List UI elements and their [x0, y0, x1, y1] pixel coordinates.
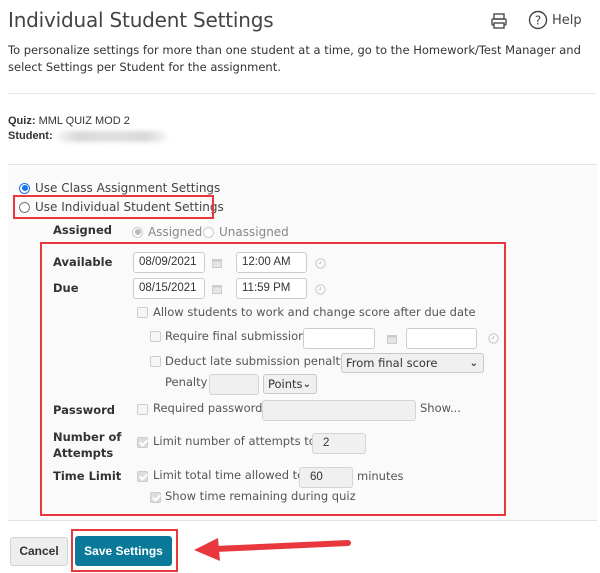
calendar-icon[interactable] [387, 334, 397, 344]
radio-unassigned[interactable]: Unassigned [203, 225, 289, 239]
final-time-input[interactable] [406, 328, 477, 349]
password-input[interactable] [262, 400, 416, 421]
save-settings-button[interactable]: Save Settings [75, 536, 172, 566]
radio-button[interactable] [19, 182, 30, 194]
radio-button[interactable] [19, 201, 30, 213]
penalty-mode-value: From final score [346, 356, 438, 370]
radio-use-individual-settings[interactable]: Use Individual Student Settings [19, 200, 224, 214]
radio-assigned[interactable]: Assigned [132, 225, 202, 239]
time-limit-checkbox[interactable] [137, 471, 148, 482]
attempts-input[interactable]: 2 [312, 433, 366, 454]
chevron-down-icon: ⌄ [302, 379, 311, 390]
final-date-input[interactable] [303, 328, 375, 349]
student-label: Student: [8, 130, 53, 142]
assignment-info: Quiz: MML QUIZ MOD 2 Student: [8, 114, 167, 144]
show-password-link[interactable]: Show... [420, 401, 461, 415]
divider [8, 93, 596, 94]
calendar-icon[interactable] [212, 258, 222, 268]
radio-button[interactable] [132, 226, 143, 238]
deduct-penalty-checkbox[interactable] [150, 356, 161, 367]
penalty-unit-value: Points [268, 377, 303, 391]
require-final-checkbox[interactable] [150, 331, 161, 342]
quiz-name: MML QUIZ MOD 2 [38, 115, 130, 127]
student-name-redacted [56, 130, 167, 142]
available-label: Available [53, 255, 113, 269]
annotation-arrow-icon [194, 538, 351, 561]
time-limit-label: Time Limit [53, 469, 122, 483]
due-time-input[interactable]: 11:59 PM [236, 278, 307, 299]
chevron-down-icon: ⌄ [469, 358, 478, 369]
require-final-label: Require final submission [165, 329, 306, 343]
show-time-remaining-checkbox[interactable] [150, 492, 161, 503]
attempts-checkbox[interactable] [137, 437, 148, 448]
penalty-value-input[interactable] [209, 374, 259, 395]
attempts-checkbox-label: Limit number of attempts to [153, 434, 316, 448]
attempts-label: Number of Attempts [53, 429, 121, 461]
question-circle-icon[interactable]: ? [528, 10, 548, 30]
radio-use-class-settings[interactable]: Use Class Assignment Settings [19, 181, 220, 195]
cancel-button[interactable]: Cancel [10, 537, 68, 566]
clock-icon[interactable] [315, 284, 326, 295]
clock-icon[interactable] [488, 333, 499, 344]
assigned-label: Assigned [53, 223, 112, 237]
deduct-penalty-label: Deduct late submission penalty [165, 354, 347, 368]
penalty-mode-select[interactable]: From final score ⌄ [341, 353, 484, 373]
radio-label: Use Class Assignment Settings [35, 181, 221, 195]
printer-icon[interactable] [490, 12, 508, 30]
penalty-label: Penalty [165, 375, 208, 389]
allow-late-label: Allow students to work and change score … [153, 305, 476, 319]
available-date-input[interactable]: 08/09/2021 [133, 252, 205, 273]
calendar-icon[interactable] [212, 284, 222, 294]
available-time-input[interactable]: 12:00 AM [236, 252, 307, 273]
password-label: Password [53, 403, 115, 417]
due-date-input[interactable]: 08/15/2021 [133, 278, 205, 299]
attempts-label-line1: Number of [53, 430, 122, 444]
svg-text:?: ? [535, 14, 541, 28]
minutes-label: minutes [357, 469, 404, 483]
intro-text: To personalize settings for more than on… [8, 43, 581, 74]
time-limit-input[interactable]: 60 [299, 467, 353, 488]
attempts-label-line2: Attempts [53, 446, 114, 460]
penalty-unit-select[interactable]: Points ⌄ [263, 374, 317, 394]
password-checkbox-label: Required password [153, 401, 263, 415]
radio-label: Assigned [148, 225, 203, 239]
radio-label: Use Individual Student Settings [35, 200, 224, 214]
quiz-label: Quiz: [8, 115, 36, 127]
page-title: Individual Student Settings [8, 8, 274, 32]
due-label: Due [53, 281, 79, 295]
show-time-remaining-label: Show time remaining during quiz [165, 489, 356, 503]
clock-icon[interactable] [315, 258, 326, 269]
time-limit-checkbox-label: Limit total time allowed to [153, 468, 305, 482]
allow-late-checkbox[interactable] [137, 307, 148, 318]
radio-button[interactable] [203, 226, 214, 238]
help-link[interactable]: Help [552, 13, 582, 28]
radio-label: Unassigned [219, 225, 289, 239]
password-checkbox[interactable] [137, 404, 148, 415]
